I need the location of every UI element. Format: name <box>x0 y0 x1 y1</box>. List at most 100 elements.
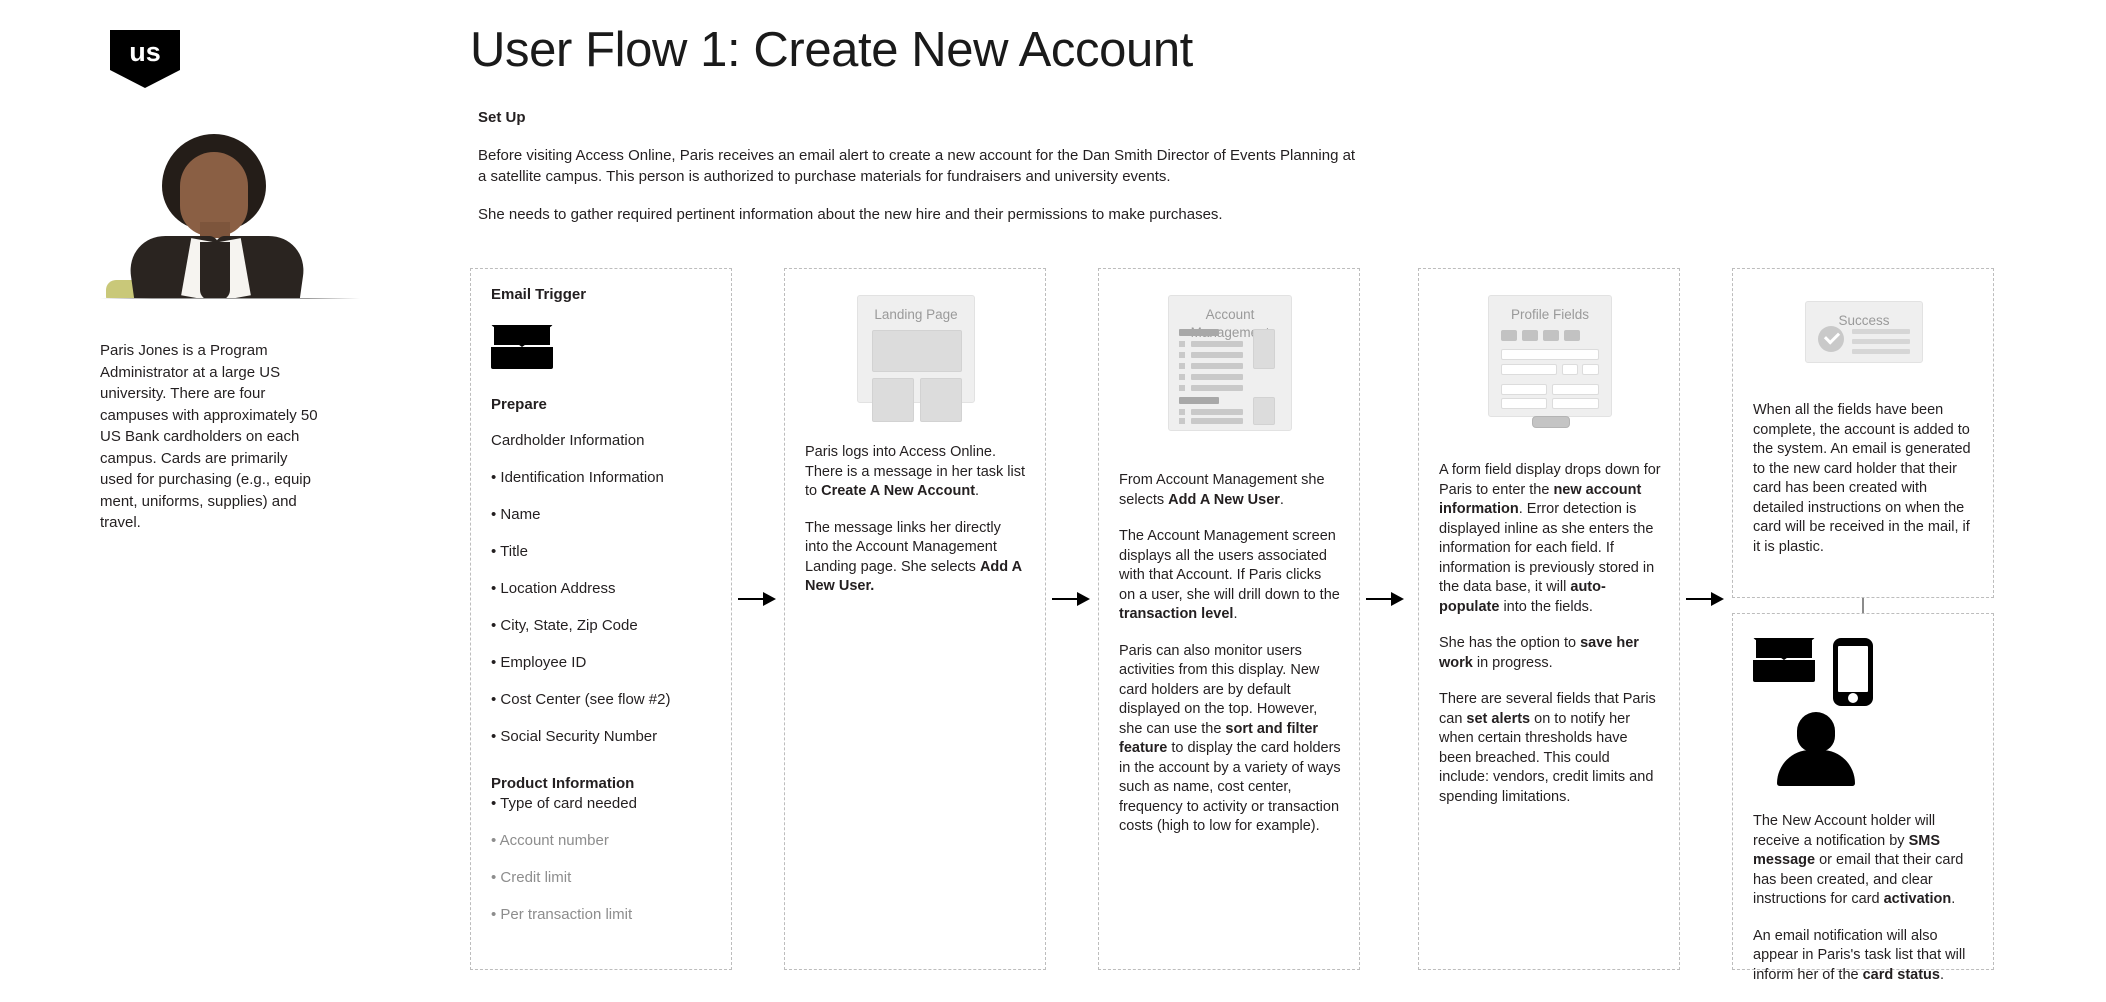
list-item: • City, State, Zip Code <box>491 617 638 634</box>
wireframe-row <box>1191 363 1243 369</box>
setup-section: Set Up Before visiting Access Online, Pa… <box>478 108 1358 244</box>
list-item: • Social Security Number <box>491 728 658 745</box>
wireframe-row <box>1191 418 1243 424</box>
flow-arrow-4 <box>1686 592 1724 606</box>
paragraph: There are several fields that Paris can … <box>1439 691 1656 805</box>
list-item: • Identification Information <box>491 469 664 486</box>
list-item: • Account number <box>491 832 609 849</box>
mobile-phone-icon <box>1833 638 1873 706</box>
wireframe-row-header <box>1179 329 1219 336</box>
flow-step-landing-page: Landing Page Paris logs into Access Onli… <box>784 268 1046 970</box>
wireframe-input <box>1501 349 1599 360</box>
wireframe-title: Success <box>1838 313 1890 328</box>
wireframe-row <box>1852 349 1910 354</box>
flow-step-profile-fields: Profile Fields A form field display drop… <box>1418 268 1680 970</box>
us-bank-shield-logo: us <box>110 30 180 88</box>
product-information-heading: Product Information <box>491 775 635 792</box>
page-title: User Flow 1: Create New Account <box>470 23 1193 77</box>
wireframe-input <box>1501 364 1557 375</box>
list-item: • Per transaction limit <box>491 906 633 923</box>
wireframe-row <box>1191 409 1243 415</box>
wireframe-block <box>920 378 962 422</box>
wireframe-block <box>872 378 914 422</box>
wireframe-input <box>1552 398 1599 409</box>
wireframe-row-header <box>1179 397 1219 404</box>
wireframe-row <box>1191 352 1243 358</box>
landing-page-copy: Paris logs into Access Online. There is … <box>805 443 1027 597</box>
wireframe-bullet <box>1179 409 1185 415</box>
profile-fields-copy: A form field display drops down for Pari… <box>1439 461 1661 807</box>
person-icon <box>1777 712 1855 786</box>
wireframe-block <box>1253 329 1275 369</box>
paragraph: From Account Management she selects Add … <box>1119 472 1325 508</box>
wireframe-input <box>1501 384 1547 395</box>
flow-step-notification: The New Account holder will receive a no… <box>1732 613 1994 983</box>
list-item: • Cost Center (see flow #2) <box>491 691 671 708</box>
paragraph: Paris can also monitor users activities … <box>1119 642 1341 835</box>
product-information-list: • Account number • Credit limit • Per tr… <box>491 831 713 925</box>
wireframe-tab <box>1564 330 1580 341</box>
notification-copy: The New Account holder will receive a no… <box>1753 812 1975 985</box>
success-copy: When all the fields have been complete, … <box>1753 401 1975 557</box>
wireframe-tab <box>1501 330 1517 341</box>
list-item: • Title <box>491 543 528 560</box>
cardholder-information-list: • Identification Information • Name • Ti… <box>491 468 713 747</box>
setup-paragraph-1: Before visiting Access Online, Paris rec… <box>478 147 1356 185</box>
list-item: • Location Address <box>491 580 616 597</box>
prepare-heading: Prepare <box>491 396 547 413</box>
flow-arrow-1 <box>738 592 776 606</box>
wireframe-input <box>1501 398 1547 409</box>
account-management-wireframe: Account Management <box>1168 295 1292 431</box>
success-wireframe: Success <box>1805 301 1923 363</box>
wireframe-row <box>1191 374 1243 380</box>
wireframe-row <box>1852 339 1910 344</box>
wireframe-bullet <box>1179 341 1185 347</box>
flow-diagram: Email Trigger Prepare Cardholder Informa… <box>0 268 2106 983</box>
wireframe-row <box>1852 329 1910 334</box>
paragraph: The New Account holder will receive a no… <box>1753 813 1964 907</box>
account-management-copy: From Account Management she selects Add … <box>1119 471 1341 837</box>
wireframe-block <box>1253 397 1275 425</box>
paragraph: An email notification will also appear i… <box>1753 927 1966 983</box>
wireframe-submit-button <box>1532 416 1570 428</box>
profile-fields-wireframe: Profile Fields <box>1488 295 1612 428</box>
wireframe-bullet <box>1179 374 1185 380</box>
flow-step-account-management: Account Management From Account Manageme… <box>1098 268 1360 970</box>
envelope-icon <box>491 325 553 369</box>
envelope-icon <box>1753 638 1815 682</box>
flow-arrow-2 <box>1052 592 1090 606</box>
flow-arrow-3 <box>1366 592 1404 606</box>
wireframe-block <box>872 330 962 372</box>
wireframe-input <box>1582 364 1599 375</box>
flow-step-email-trigger: Email Trigger Prepare Cardholder Informa… <box>470 268 732 970</box>
wireframe-bullet <box>1179 352 1185 358</box>
setup-heading: Set Up <box>478 109 526 126</box>
wireframe-title: Landing Page <box>874 307 958 322</box>
check-circle-icon <box>1818 326 1844 352</box>
list-item: • Credit limit <box>491 869 572 886</box>
paragraph: Paris logs into Access Online. There is … <box>805 444 1026 499</box>
paragraph: A form field display drops down for Pari… <box>1439 462 1661 615</box>
flow-step-success: Success When all the fields have been co… <box>1732 268 1994 598</box>
paragraph: She has the option to save her work in p… <box>1439 635 1639 671</box>
wireframe-bullet <box>1179 363 1185 369</box>
wireframe-bullet <box>1179 418 1185 424</box>
wireframe-row <box>1191 341 1243 347</box>
email-trigger-heading: Email Trigger <box>491 286 587 303</box>
wireframe-title: Profile Fields <box>1510 307 1590 322</box>
list-item: • Employee ID <box>491 654 587 671</box>
wireframe-input <box>1552 384 1599 395</box>
wireframe-tab <box>1543 330 1559 341</box>
cardholder-information-heading: Cardholder Information <box>491 432 645 449</box>
wireframe-input <box>1562 364 1578 375</box>
paragraph: The Account Management screen displays a… <box>1119 528 1340 622</box>
notification-icon-row <box>1753 638 1975 706</box>
setup-paragraph-2: She needs to gather required pertinent i… <box>478 206 1223 223</box>
paragraph: The message links her directly into the … <box>805 519 1022 595</box>
list-item: • Type of card needed <box>491 795 637 812</box>
list-item: • Name <box>491 506 541 523</box>
wireframe-bullet <box>1179 385 1185 391</box>
paragraph: When all the fields have been complete, … <box>1753 402 1971 555</box>
wireframe-row <box>1191 385 1243 391</box>
landing-page-wireframe: Landing Page <box>857 295 975 422</box>
